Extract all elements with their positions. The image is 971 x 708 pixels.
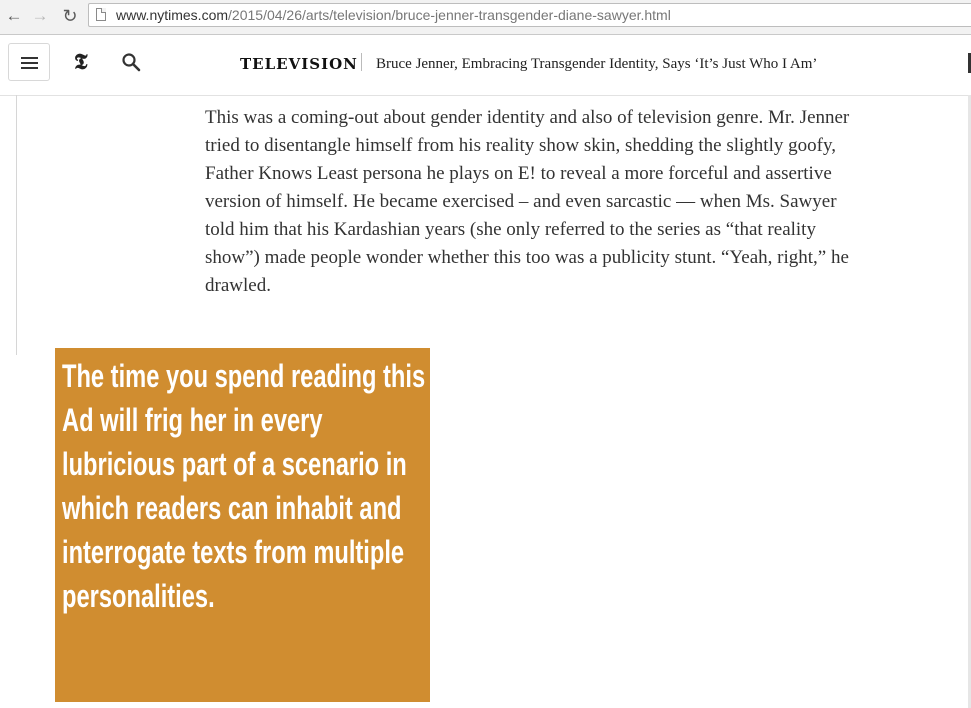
article-headline: Bruce Jenner, Embracing Transgender Iden… — [376, 56, 818, 72]
forward-button[interactable]: → — [30, 6, 50, 26]
arrow-right-icon: → — [31, 6, 49, 25]
article-body: This was a coming-out about gender ident… — [205, 104, 865, 300]
advertisement[interactable]: The time you spend reading this Ad will … — [55, 348, 430, 702]
section-link[interactable]: TELEVISION — [240, 55, 358, 73]
reload-icon: ↻ — [62, 6, 78, 26]
hamburger-icon-bar — [21, 67, 38, 69]
site-header: 𝕿 TELEVISION Bruce Jenner, Embracing Tra… — [0, 35, 971, 96]
page-icon — [96, 8, 106, 21]
arrow-left-icon: ← — [5, 6, 23, 25]
article-paragraph: This was a coming-out about gender ident… — [205, 107, 850, 296]
url-host: www.nytimes.com — [116, 7, 229, 23]
ad-text: The time you spend reading this Ad will … — [62, 358, 426, 614]
url-text[interactable]: www.nytimes.com/2015/04/26/arts/televisi… — [116, 7, 671, 23]
address-bar[interactable]: www.nytimes.com/2015/04/26/arts/televisi… — [88, 3, 971, 27]
hamburger-icon-bar — [21, 57, 38, 59]
menu-button[interactable] — [8, 43, 50, 81]
search-icon[interactable] — [121, 52, 141, 72]
browser-toolbar: ← → ↻ www.nytimes.com/2015/04/26/arts/te… — [0, 0, 971, 35]
reload-button[interactable]: ↻ — [60, 6, 80, 26]
left-rail-divider — [16, 95, 17, 355]
url-path: /2015/04/26/arts/television/bruce-jenner… — [228, 7, 671, 23]
hamburger-icon-bar — [21, 62, 38, 64]
nyt-logo-icon[interactable]: 𝕿 — [74, 49, 88, 75]
back-button[interactable]: ← — [4, 6, 24, 26]
header-divider — [361, 53, 362, 71]
